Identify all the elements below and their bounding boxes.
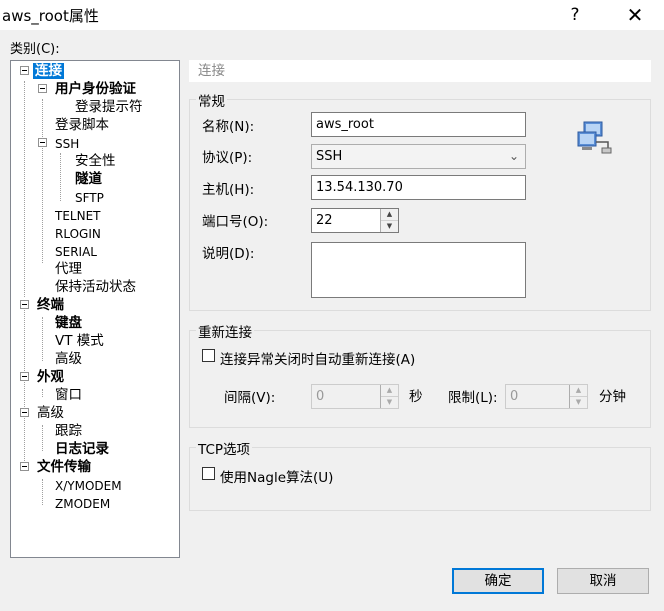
cancel-button[interactable]: 取消 [557, 568, 649, 594]
tree-item-connection[interactable]: 连接 [33, 63, 64, 79]
auto-reconnect-label[interactable]: 连接异常关闭时自动重新连接(A) [220, 348, 415, 368]
seconds-unit: 秒 [409, 389, 423, 405]
collapse-toggle[interactable] [38, 84, 47, 93]
general-group-title: 常规 [196, 90, 227, 110]
auto-reconnect-checkbox[interactable] [202, 349, 215, 362]
spin-up-icon[interactable]: ▲ [381, 209, 398, 221]
limit-value: 0 [510, 389, 519, 404]
help-button[interactable]: ? [552, 0, 598, 30]
spin-down-icon[interactable]: ▼ [381, 220, 398, 232]
spin-up-icon[interactable]: ▲ [570, 385, 587, 397]
tree-item-advanced[interactable]: 高级 [37, 405, 64, 421]
window-title: aws_root属性 [2, 7, 99, 25]
protocol-select[interactable]: SSH ⌄ [311, 144, 526, 169]
ok-button[interactable]: 确定 [452, 568, 544, 594]
network-icon [577, 121, 612, 154]
collapse-toggle[interactable] [20, 372, 29, 381]
category-tree[interactable]: 连接 用户身份验证 登录提示符 登录脚本 SSH 安全性 隧道 SFTP TEL… [10, 60, 180, 558]
tree-item-trace[interactable]: 跟踪 [55, 423, 82, 439]
tcp-group-title: TCP选项 [196, 438, 253, 458]
collapse-toggle[interactable] [20, 408, 29, 417]
collapse-toggle[interactable] [20, 462, 29, 471]
nagle-label[interactable]: 使用Nagle算法(U) [220, 466, 333, 486]
host-input[interactable]: 13.54.130.70 [311, 175, 526, 200]
tree-item-sftp[interactable]: SFTP [75, 190, 104, 206]
tree-item-file-transfer[interactable]: 文件传输 [37, 459, 91, 475]
host-label: 主机(H): [202, 182, 255, 198]
tree-item-window[interactable]: 窗口 [55, 387, 82, 403]
description-input[interactable] [311, 242, 526, 298]
tree-item-terminal[interactable]: 终端 [37, 297, 64, 313]
interval-spin: ▲ ▼ [380, 385, 398, 408]
tree-item-telnet[interactable]: TELNET [55, 208, 101, 224]
tree-item-rlogin[interactable]: RLOGIN [55, 226, 101, 242]
tree-guide [42, 479, 43, 505]
tree-guide [60, 153, 61, 201]
title-bar: aws_root属性 ? ✕ [0, 0, 664, 30]
chevron-down-icon: ⌄ [508, 149, 519, 163]
port-spin: ▲ ▼ [380, 209, 398, 232]
collapse-toggle[interactable] [38, 138, 47, 147]
reconnect-group [189, 330, 651, 428]
spin-down-icon[interactable]: ▼ [570, 396, 587, 408]
collapse-toggle[interactable] [20, 66, 29, 75]
tree-guide [24, 307, 25, 469]
tree-item-zmodem[interactable]: ZMODEM [55, 496, 110, 512]
protocol-label: 协议(P): [202, 150, 253, 166]
spin-down-icon[interactable]: ▼ [381, 396, 398, 408]
minutes-unit: 分钟 [599, 389, 626, 405]
tree-item-logging[interactable]: 日志记录 [55, 441, 109, 457]
tree-guide [42, 317, 43, 361]
tree-item-advanced-terminal[interactable]: 高级 [55, 351, 82, 367]
limit-stepper[interactable]: 0 ▲ ▼ [505, 384, 588, 409]
port-value: 22 [316, 213, 333, 228]
tree-guide [42, 99, 43, 263]
description-label: 说明(D): [202, 246, 255, 262]
nagle-checkbox[interactable] [202, 467, 215, 480]
tree-item-appearance[interactable]: 外观 [37, 369, 64, 385]
tree-guide [24, 81, 25, 297]
tree-item-security[interactable]: 安全性 [75, 153, 116, 169]
tree-item-proxy[interactable]: 代理 [55, 261, 82, 277]
interval-stepper[interactable]: 0 ▲ ▼ [311, 384, 399, 409]
spin-up-icon[interactable]: ▲ [381, 385, 398, 397]
limit-spin: ▲ ▼ [569, 385, 587, 408]
tree-item-xymodem[interactable]: X/YMODEM [55, 478, 122, 494]
tree-item-tunnel[interactable]: 隧道 [75, 171, 102, 187]
reconnect-group-title: 重新连接 [196, 321, 254, 341]
interval-label: 间隔(V): [224, 390, 276, 406]
tree-item-login-prompt[interactable]: 登录提示符 [75, 99, 143, 115]
interval-value: 0 [316, 389, 325, 404]
name-input[interactable]: aws_root [311, 112, 526, 137]
tree-guide [42, 425, 43, 451]
section-header: 连接 [189, 60, 651, 82]
name-label: 名称(N): [202, 119, 255, 135]
tree-item-login-script[interactable]: 登录脚本 [55, 117, 109, 133]
close-button[interactable]: ✕ [612, 0, 658, 30]
category-label: 类别(C): [10, 42, 60, 57]
tree-item-vt-mode[interactable]: VT 模式 [55, 333, 104, 349]
tree-item-ssh[interactable]: SSH [55, 136, 79, 152]
tree-item-keyboard[interactable]: 键盘 [55, 315, 82, 331]
tree-item-serial[interactable]: SERIAL [55, 244, 97, 260]
port-stepper[interactable]: 22 ▲ ▼ [311, 208, 399, 233]
tree-item-keepalive[interactable]: 保持活动状态 [55, 279, 136, 295]
tree-guide [42, 389, 43, 397]
tree-item-user-auth[interactable]: 用户身份验证 [55, 81, 136, 97]
protocol-value: SSH [316, 149, 343, 164]
limit-label: 限制(L): [448, 390, 498, 406]
port-label: 端口号(O): [202, 214, 269, 230]
collapse-toggle[interactable] [20, 300, 29, 309]
